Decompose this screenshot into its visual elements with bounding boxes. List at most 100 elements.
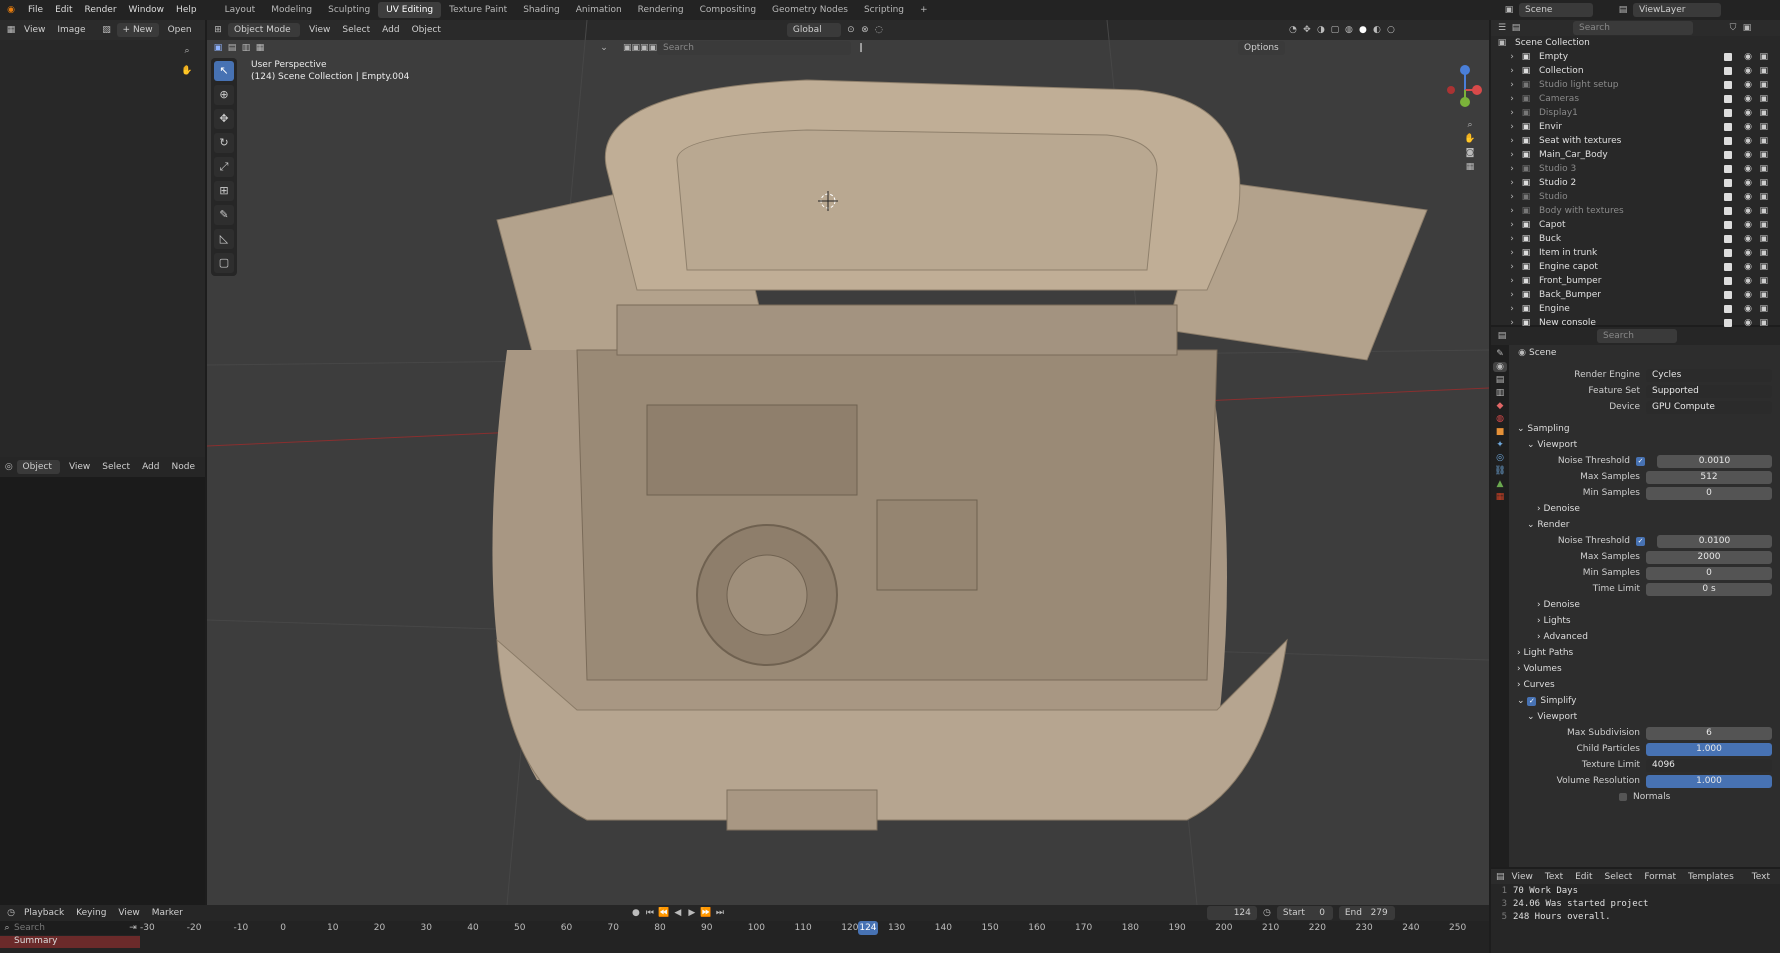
lights-subpanel[interactable]: › Lights	[1511, 613, 1780, 629]
navigation-gizmo[interactable]	[1447, 60, 1487, 120]
output-tab-icon[interactable]: ▤	[1493, 375, 1507, 385]
exclude-checkbox[interactable]	[1724, 67, 1732, 75]
outliner-item[interactable]: › ▣ Seat with textures ◉ ▣	[1491, 134, 1780, 148]
outliner-search-input[interactable]: Search	[1573, 21, 1693, 35]
outliner-item[interactable]: › ▣ Empty ◉ ▣	[1491, 50, 1780, 64]
expand-chevron-icon[interactable]: ›	[1505, 108, 1519, 118]
render-tab-icon[interactable]: ◉	[1493, 362, 1507, 372]
tab-scripting[interactable]: Scripting	[856, 2, 912, 18]
r-max-samples-field[interactable]: 2000	[1646, 550, 1772, 564]
advanced-subpanel[interactable]: › Advanced	[1511, 629, 1780, 645]
text-datablock-name[interactable]: Text	[1746, 870, 1776, 884]
menu-render[interactable]: Render	[79, 5, 123, 15]
tab-modeling[interactable]: Modeling	[263, 2, 320, 18]
render-camera-icon[interactable]: ▣	[1759, 52, 1768, 62]
annotate-tool-icon[interactable]: ✎	[214, 205, 234, 225]
render-camera-icon[interactable]: ▣	[1759, 66, 1768, 76]
menu-edit[interactable]: Edit	[49, 5, 78, 15]
outliner-filter-icon[interactable]: ⛉	[1726, 23, 1740, 33]
text-menu-format[interactable]: Format	[1638, 870, 1682, 884]
simplify-viewport-subpanel[interactable]: ⌄ Viewport	[1511, 709, 1780, 725]
r-noise-threshold-field[interactable]: 0.0100	[1657, 534, 1772, 548]
expand-chevron-icon[interactable]: ›	[1505, 94, 1519, 104]
timeline-filter-icon[interactable]: ⇥	[126, 923, 140, 933]
outliner-item[interactable]: › ▣ Body with textures ◉ ▣	[1491, 204, 1780, 218]
scale-tool-icon[interactable]: ⤢	[214, 157, 234, 177]
render-camera-icon[interactable]: ▣	[1759, 136, 1768, 146]
timeline-menu-marker[interactable]: Marker	[146, 906, 189, 920]
render-camera-icon[interactable]: ▣	[1759, 108, 1768, 118]
render-camera-icon[interactable]: ▣	[1759, 122, 1768, 132]
texture-tab-icon[interactable]: ▦	[1493, 492, 1507, 502]
expand-chevron-icon[interactable]: ›	[1505, 276, 1519, 286]
visibility-eye-icon[interactable]: ◉	[1744, 276, 1752, 286]
exclude-checkbox[interactable]	[1724, 165, 1732, 173]
visibility-eye-icon[interactable]: ◉	[1744, 248, 1752, 258]
visibility-eye-icon[interactable]: ◉	[1744, 150, 1752, 160]
visibility-eye-icon[interactable]: ◉	[1744, 234, 1752, 244]
render-camera-icon[interactable]: ▣	[1759, 150, 1768, 160]
outliner-item[interactable]: › ▣ Studio light setup ◉ ▣	[1491, 78, 1780, 92]
expand-chevron-icon[interactable]: ›	[1505, 164, 1519, 174]
exclude-checkbox[interactable]	[1724, 319, 1732, 327]
menu-help[interactable]: Help	[170, 5, 203, 15]
visibility-eye-icon[interactable]: ◉	[1744, 290, 1752, 300]
outliner-item[interactable]: › ▣ Studio 2 ◉ ▣	[1491, 176, 1780, 190]
play-reverse-icon[interactable]: ◀	[671, 908, 685, 918]
expand-chevron-icon[interactable]: ›	[1505, 206, 1519, 216]
properties-search-input[interactable]: Search	[1597, 329, 1677, 343]
expand-chevron-icon[interactable]: ›	[1505, 122, 1519, 132]
timeline-type-icon[interactable]: ◷	[4, 908, 18, 918]
outliner-item[interactable]: › ▣ Studio ◉ ▣	[1491, 190, 1780, 204]
rotate-tool-icon[interactable]: ↻	[214, 133, 234, 153]
exclude-checkbox[interactable]	[1724, 123, 1732, 131]
node-menu-add[interactable]: Add	[136, 460, 165, 474]
device-dropdown[interactable]: GPU Compute	[1646, 400, 1772, 414]
end-frame-field[interactable]: End 279	[1338, 906, 1395, 920]
visibility-eye-icon[interactable]: ◉	[1744, 122, 1752, 132]
constraint-tab-icon[interactable]: ⛓	[1493, 466, 1507, 476]
vp-noise-threshold-field[interactable]: 0.0010	[1657, 454, 1772, 468]
render-camera-icon[interactable]: ▣	[1759, 262, 1768, 272]
step-back-icon[interactable]: ⏪	[657, 908, 671, 918]
visibility-eye-icon[interactable]: ◉	[1744, 80, 1752, 90]
max-subdivision-field[interactable]: 6	[1646, 726, 1772, 740]
render-camera-icon[interactable]: ▣	[1759, 248, 1768, 258]
render-camera-icon[interactable]: ▣	[1759, 290, 1768, 300]
r-min-samples-field[interactable]: 0	[1646, 566, 1772, 580]
expand-chevron-icon[interactable]: ›	[1505, 52, 1519, 62]
jump-end-icon[interactable]: ⏭	[713, 908, 727, 918]
tool-tab-icon[interactable]: ✎	[1493, 349, 1507, 359]
expand-chevron-icon[interactable]: ›	[1505, 178, 1519, 188]
text-menu-templates[interactable]: Templates	[1682, 870, 1740, 884]
node-menu-view[interactable]: View	[63, 460, 96, 474]
node-canvas[interactable]	[0, 477, 205, 905]
render-camera-icon[interactable]: ▣	[1759, 94, 1768, 104]
step-forward-icon[interactable]: ⏩	[699, 908, 713, 918]
outliner-item[interactable]: › ▣ Back_Bumper ◉ ▣	[1491, 288, 1780, 302]
render-subpanel-header[interactable]: ⌄ Render	[1511, 517, 1780, 533]
scene-selector[interactable]: Scene	[1519, 3, 1593, 17]
text-content[interactable]: 1 70 Work Days 3 24.06 Was started project…	[1491, 884, 1780, 923]
add-workspace-icon[interactable]: +	[912, 2, 936, 18]
visibility-eye-icon[interactable]: ◉	[1744, 178, 1752, 188]
render-camera-icon[interactable]: ▣	[1759, 276, 1768, 286]
exclude-checkbox[interactable]	[1724, 179, 1732, 187]
visibility-eye-icon[interactable]: ◉	[1744, 192, 1752, 202]
menu-window[interactable]: Window	[123, 5, 171, 15]
exclude-checkbox[interactable]	[1724, 193, 1732, 201]
tab-texture-paint[interactable]: Texture Paint	[441, 2, 515, 18]
outliner-item[interactable]: › ▣ Studio 3 ◉ ▣	[1491, 162, 1780, 176]
select-tool-icon[interactable]: ↖	[214, 61, 234, 81]
sampling-panel-header[interactable]: ⌄ Sampling	[1511, 421, 1780, 437]
expand-chevron-icon[interactable]: ›	[1505, 290, 1519, 300]
timeline-menu-playback[interactable]: Playback	[18, 906, 70, 920]
render-camera-icon[interactable]: ▣	[1759, 192, 1768, 202]
auto-keying-icon[interactable]: ●	[629, 908, 643, 918]
exclude-checkbox[interactable]	[1724, 53, 1732, 61]
visibility-eye-icon[interactable]: ◉	[1744, 220, 1752, 230]
text-menu-edit[interactable]: Edit	[1569, 870, 1598, 884]
node-menu-node[interactable]: Node	[166, 460, 202, 474]
timeline-menu-keying[interactable]: Keying	[70, 906, 112, 920]
render-camera-icon[interactable]: ▣	[1759, 234, 1768, 244]
